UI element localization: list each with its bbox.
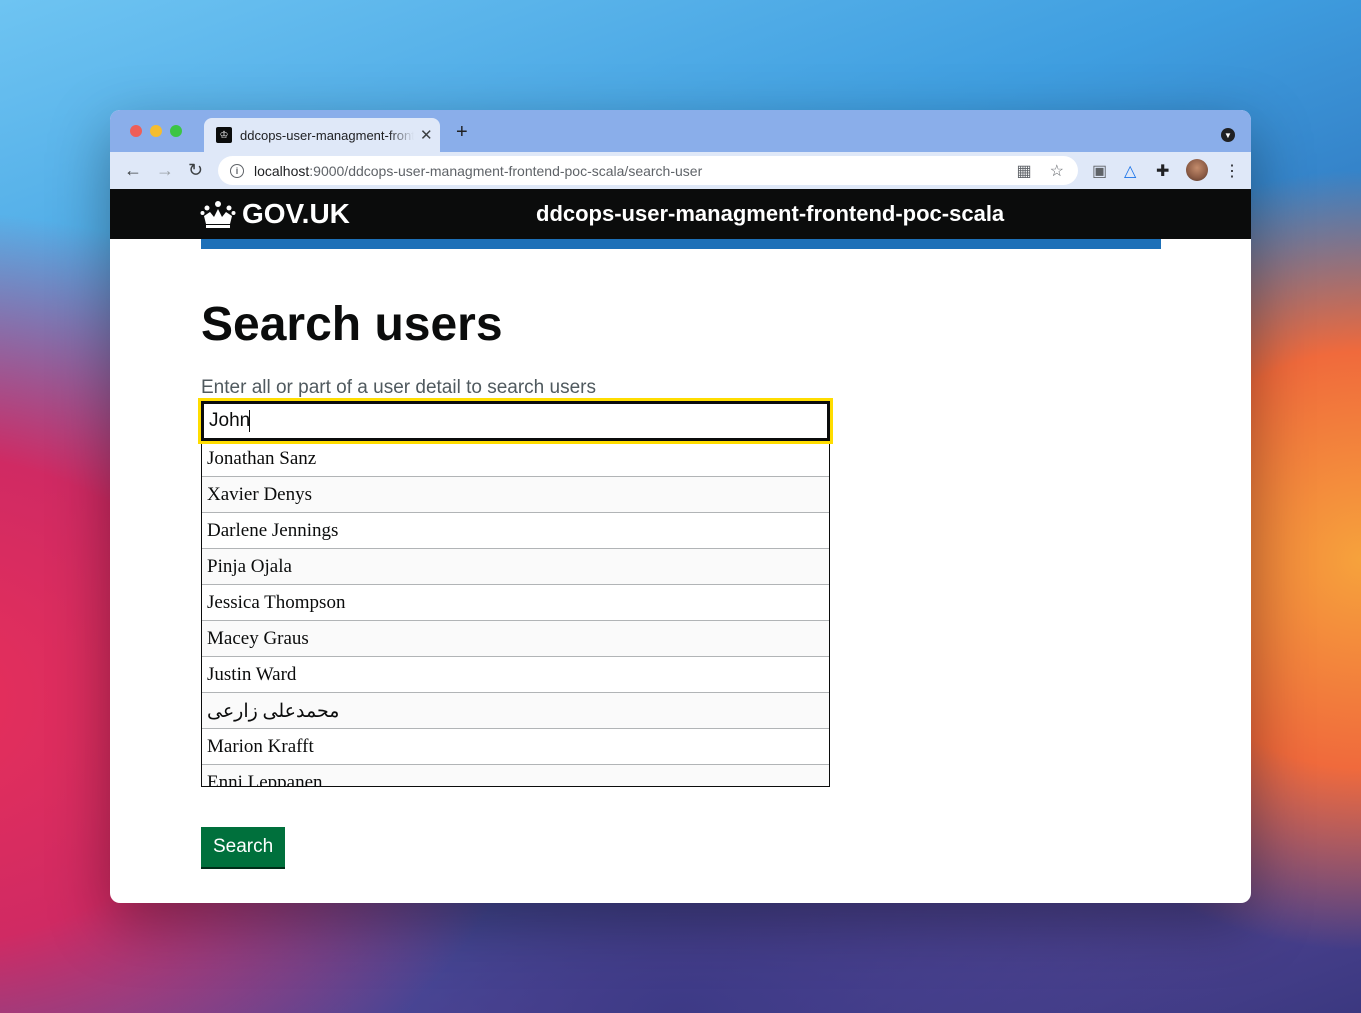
omnibox-actions: ▦ ☆ [1017,161,1064,181]
window-controls [130,125,182,137]
tab-title: ddcops-user-managment-frontend-poc-scala [240,127,414,143]
service-name-link[interactable]: ddcops-user-managment-frontend-poc-scala [536,201,1004,227]
bookmark-star-icon[interactable]: ☆ [1050,161,1064,181]
browser-window: ♔ ddcops-user-managment-frontend-poc-sca… [110,110,1251,903]
result-option[interactable]: Justin Ward [202,657,829,693]
extension-triangle-icon[interactable]: △ [1124,161,1136,181]
result-option[interactable]: Marion Krafft [202,729,829,765]
govuk-header: GOV.UK ddcops-user-managment-frontend-po… [110,189,1251,239]
extension-square-icon[interactable]: ▣ [1092,161,1107,181]
active-tab[interactable]: ♔ ddcops-user-managment-frontend-poc-sca… [204,118,440,152]
result-option[interactable]: Jonathan Sanz [202,441,829,477]
govuk-logo-link[interactable]: GOV.UK [200,198,350,230]
close-tab-icon[interactable]: ✕ [420,126,433,144]
autocomplete-results[interactable]: Jonathan Sanz Xavier Denys Darlene Jenni… [201,441,830,787]
result-option[interactable]: Macey Graus [202,621,829,657]
crown-icon [200,201,236,228]
new-tab-button[interactable]: + [456,121,468,144]
search-hint: Enter all or part of a user detail to se… [201,377,596,398]
text-caret [249,410,250,432]
browser-menu-icon[interactable]: ⋮ [1224,161,1240,181]
search-button[interactable]: Search [201,827,286,867]
logo-text: GOV.UK [242,198,350,229]
autocomplete: Jonathan Sanz Xavier Denys Darlene Jenni… [198,398,833,787]
browser-toolbar: ← → ↻ i localhost:9000/ddcops-user-manag… [110,152,1251,189]
maximize-window-button[interactable] [170,125,182,137]
forward-arrow-icon[interactable]: → [156,160,174,181]
result-option[interactable]: محمدعلی زارعی [202,693,829,729]
reload-icon[interactable]: ↻ [188,160,203,181]
address-bar[interactable]: i localhost:9000/ddcops-user-managment-f… [218,156,1078,185]
qr-code-icon[interactable]: ▦ [1017,161,1032,181]
result-option[interactable]: Xavier Denys [202,477,829,513]
search-input[interactable] [198,398,833,444]
result-option[interactable]: Darlene Jennings [202,513,829,549]
minimize-window-button[interactable] [150,125,162,137]
close-window-button[interactable] [130,125,142,137]
result-option[interactable]: Jessica Thompson [202,585,829,621]
site-info-icon[interactable]: i [230,163,244,178]
tab-search-icon[interactable]: ▼ [1221,128,1235,142]
result-option[interactable]: Enni Leppanen [202,765,829,786]
back-arrow-icon[interactable]: ← [124,160,142,181]
tab-strip: ♔ ddcops-user-managment-frontend-poc-sca… [110,110,1251,152]
extensions-puzzle-icon[interactable]: ✚ [1156,161,1169,181]
header-blue-bar [201,239,1161,249]
profile-avatar[interactable] [1186,159,1208,181]
result-option[interactable]: Pinja Ojala [202,549,829,585]
page-title: Search users [201,298,503,351]
url-text: localhost:9000/ddcops-user-managment-fro… [254,162,703,179]
crown-favicon-icon: ♔ [216,127,232,143]
